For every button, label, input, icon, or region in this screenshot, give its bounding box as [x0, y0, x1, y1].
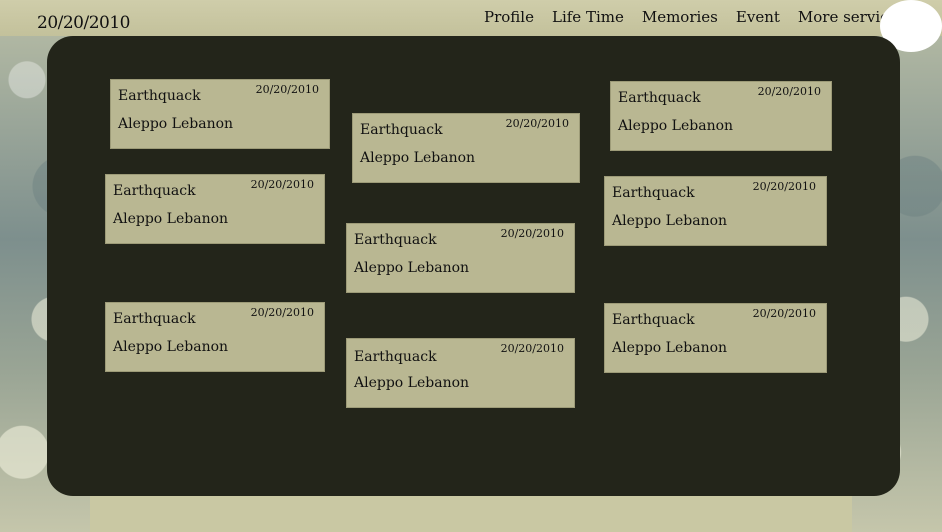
- event-card[interactable]: Earthquack Aleppo Lebanon 20/20/2010: [105, 302, 325, 372]
- event-date: 20/20/2010: [500, 227, 564, 240]
- footer-strip: [90, 496, 850, 532]
- top-bar: 20/20/2010 Profile Life Time Memories Ev…: [0, 0, 942, 36]
- event-title: Earthquack: [113, 183, 196, 199]
- event-card[interactable]: Earthquack Aleppo Lebanon 20/20/2010: [110, 79, 330, 149]
- event-card[interactable]: Earthquack Aleppo Lebanon 20/20/2010: [346, 338, 575, 408]
- event-title: Earthquack: [118, 88, 201, 104]
- event-title: Earthquack: [354, 232, 437, 248]
- nav-memories[interactable]: Memories: [633, 7, 727, 27]
- event-place: Aleppo Lebanon: [113, 339, 229, 355]
- event-place: Aleppo Lebanon: [360, 150, 476, 166]
- event-place: Aleppo Lebanon: [113, 211, 229, 227]
- event-title: Earthquack: [360, 122, 443, 138]
- nav-event[interactable]: Event: [727, 7, 789, 27]
- event-card[interactable]: Earthquack Aleppo Lebanon 20/20/2010: [610, 81, 832, 151]
- event-title: Earthquack: [113, 311, 196, 327]
- event-title: Earthquack: [354, 349, 437, 365]
- event-title: Earthquack: [612, 185, 695, 201]
- event-card[interactable]: Earthquack Aleppo Lebanon 20/20/2010: [604, 303, 827, 373]
- event-date: 20/20/2010: [752, 180, 816, 193]
- header-date: 20/20/2010: [37, 13, 130, 33]
- event-place: Aleppo Lebanon: [612, 340, 728, 356]
- main-nav: Profile Life Time Memories Event More se…: [482, 7, 914, 27]
- event-place: Aleppo Lebanon: [354, 375, 470, 391]
- event-date: 20/20/2010: [505, 117, 569, 130]
- event-card[interactable]: Earthquack Aleppo Lebanon 20/20/2010: [346, 223, 575, 293]
- event-title: Earthquack: [618, 90, 701, 106]
- event-date: 20/20/2010: [255, 83, 319, 96]
- event-place: Aleppo Lebanon: [118, 116, 234, 132]
- event-place: Aleppo Lebanon: [612, 213, 728, 229]
- nav-life-time[interactable]: Life Time: [543, 7, 633, 27]
- event-title: Earthquack: [612, 312, 695, 328]
- event-date: 20/20/2010: [757, 85, 821, 98]
- event-date: 20/20/2010: [250, 306, 314, 319]
- event-place: Aleppo Lebanon: [618, 118, 734, 134]
- event-date: 20/20/2010: [500, 342, 564, 355]
- event-date: 20/20/2010: [250, 178, 314, 191]
- event-card[interactable]: Earthquack Aleppo Lebanon 20/20/2010: [604, 176, 827, 246]
- event-place: Aleppo Lebanon: [354, 260, 470, 276]
- event-card[interactable]: Earthquack Aleppo Lebanon 20/20/2010: [352, 113, 580, 183]
- nav-profile[interactable]: Profile: [482, 7, 543, 27]
- event-card[interactable]: Earthquack Aleppo Lebanon 20/20/2010: [105, 174, 325, 244]
- event-date: 20/20/2010: [752, 307, 816, 320]
